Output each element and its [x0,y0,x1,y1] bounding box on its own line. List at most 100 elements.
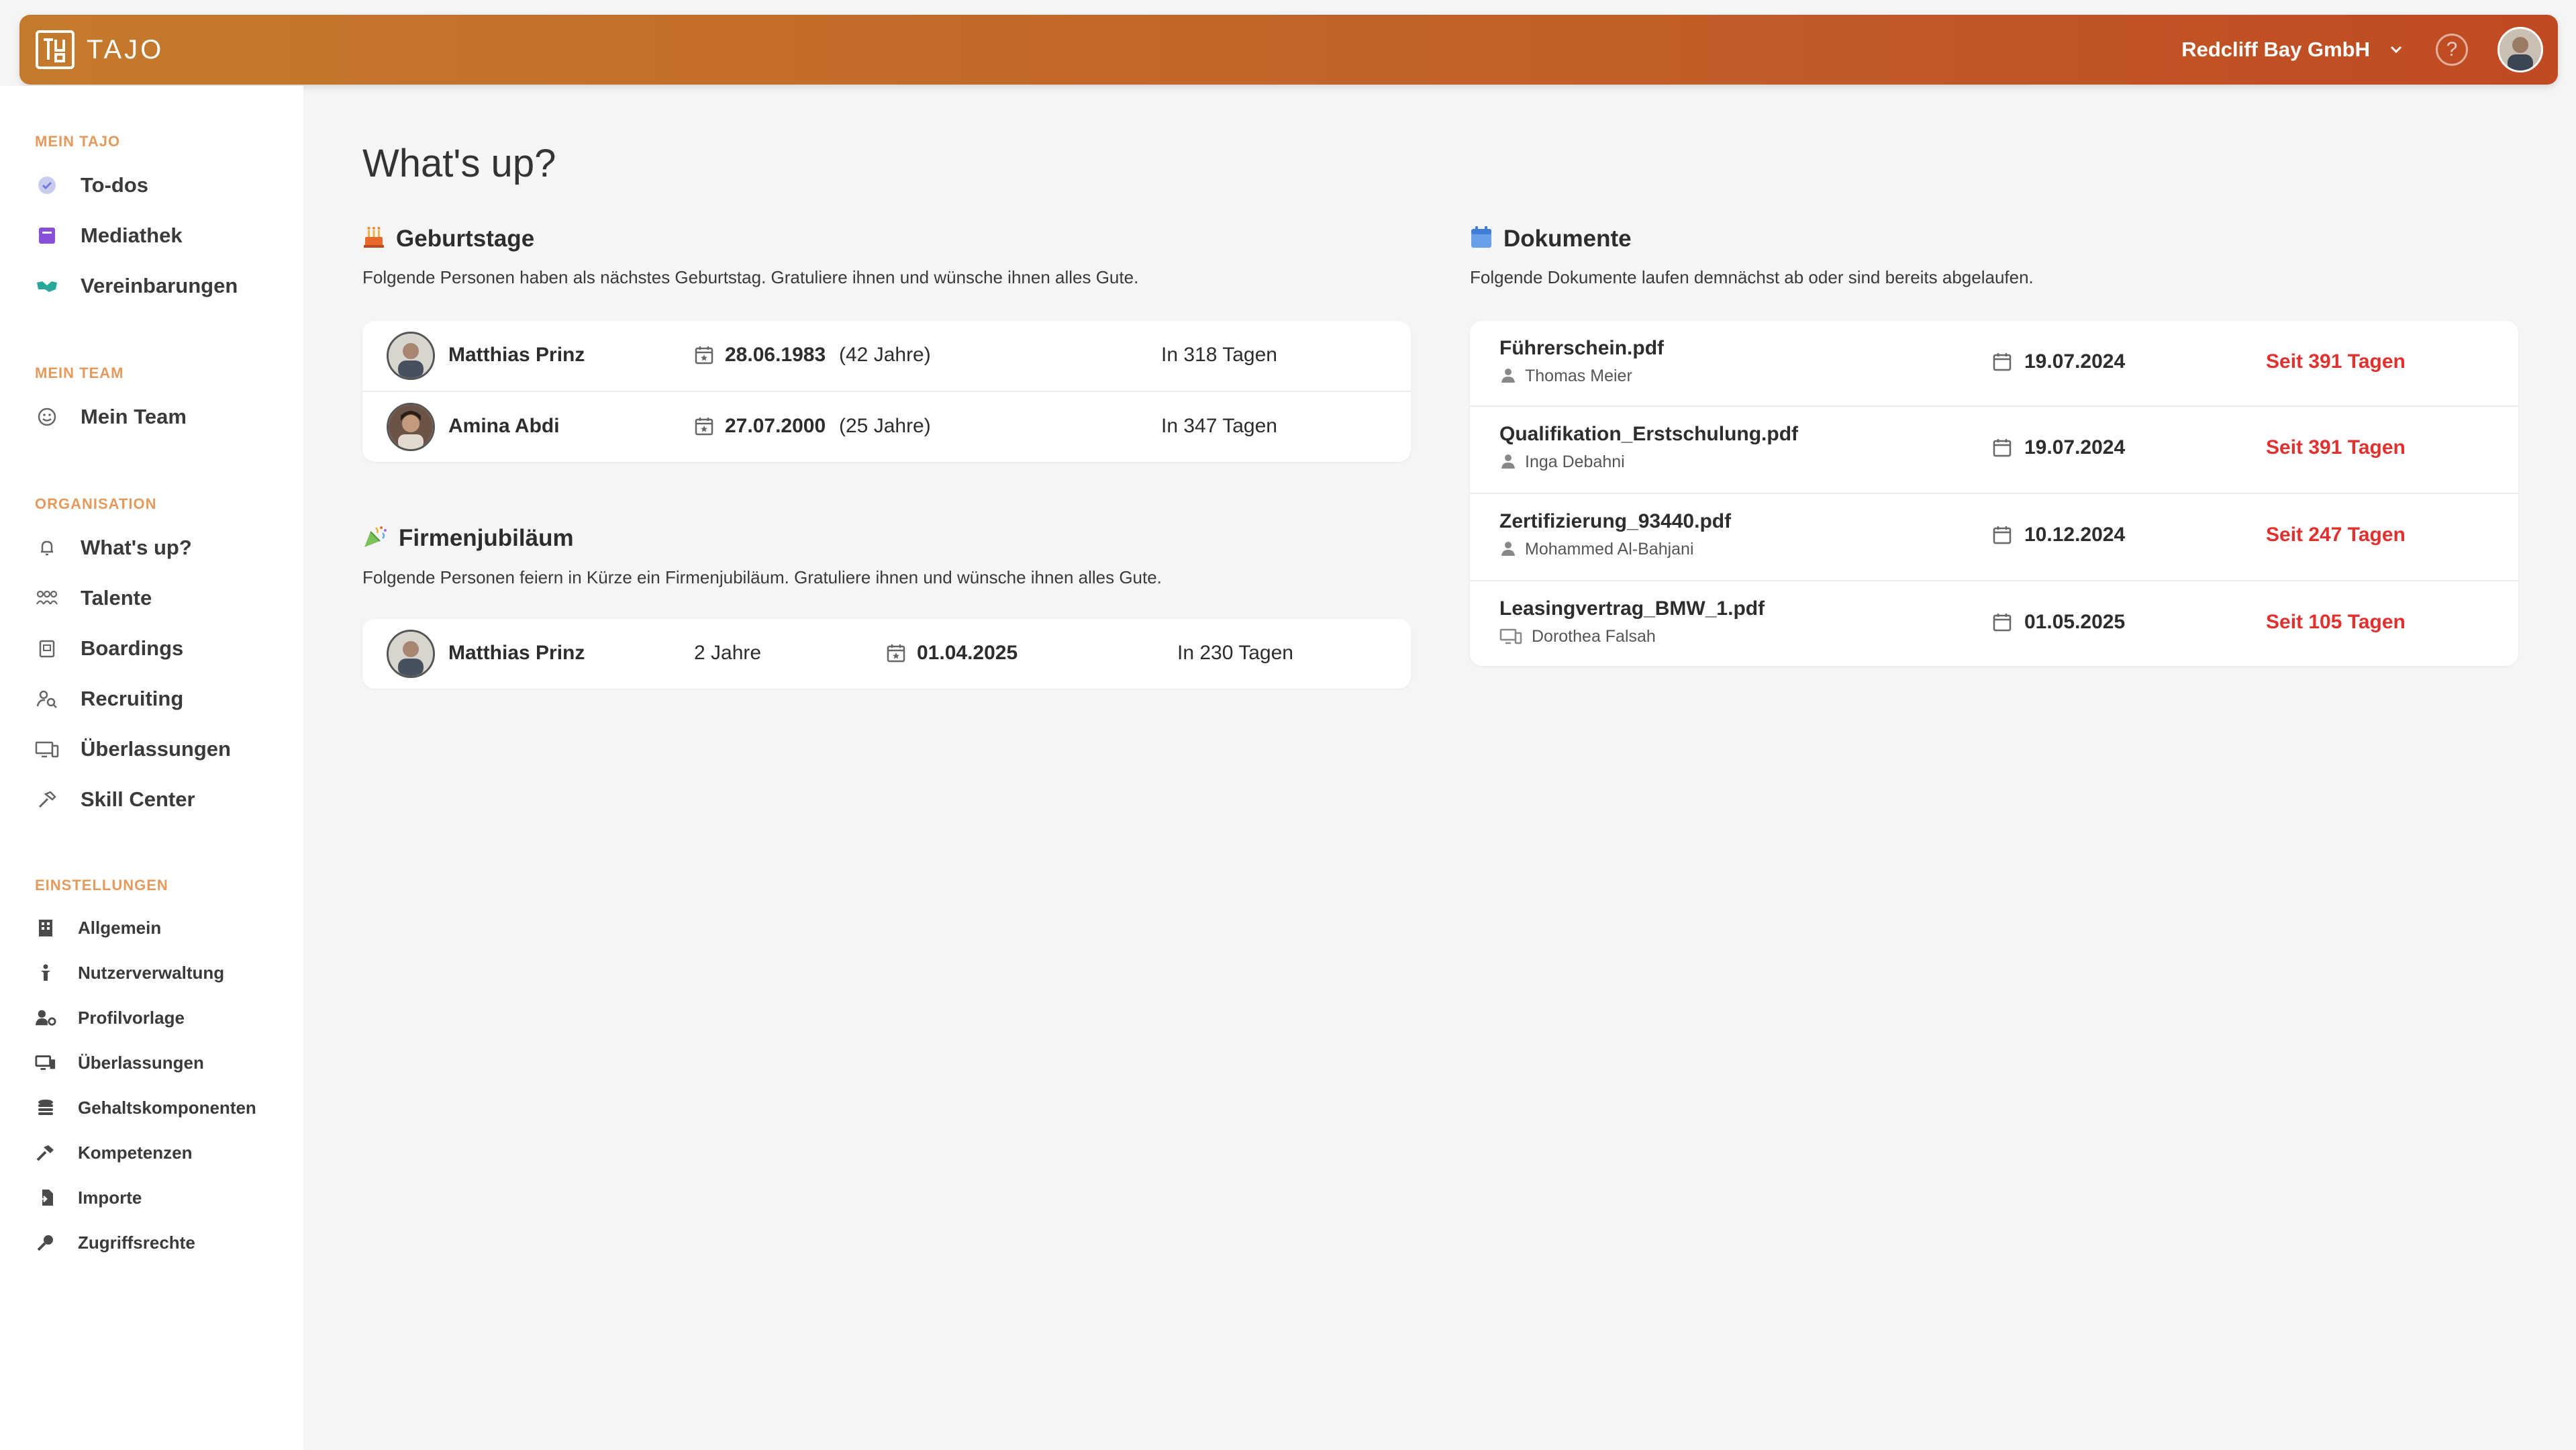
sidebar-item-vereinbarungen[interactable]: Vereinbarungen [35,274,238,298]
sidebar-item-todos[interactable]: To-dos [35,173,148,197]
expiry-date: 01.05.2025 [2024,611,2126,633]
avatar [387,403,435,451]
table-row[interactable]: Führerschein.pdf Thomas Meier 19.07.2024… [1470,321,2518,405]
section-description: Folgende Dokumente laufen demnächst ab o… [1470,267,2034,287]
calendar-icon [1993,614,2012,632]
person-name: Matthias Prinz [448,642,585,664]
sidebar-item-label: Recruiting [81,687,184,710]
sidebar-item-label: Skill Center [81,787,195,811]
sidebar-item-label: Mein Team [81,405,187,428]
avatar [387,630,435,678]
section-title: Geburtstage [396,225,535,252]
top-bar: TAJO Redcliff Bay GmbH ? [19,15,2558,85]
sidebar-item-ueberlassungen-settings[interactable]: Überlassungen [35,1052,204,1073]
sidebar-item-label: Importe [78,1187,142,1208]
document-name[interactable]: Qualifikation_Erstschulung.pdf [1499,423,1798,446]
document-owner: Thomas Meier [1525,367,1632,385]
sidebar-item-label: Gehaltskomponenten [78,1097,256,1118]
sidebar-item-gehaltskomponenten[interactable]: Gehaltskomponenten [35,1097,256,1118]
user-search-icon [35,687,59,711]
bell-icon [35,536,59,560]
sidebar-item-label: Kompetenzen [78,1142,193,1163]
clipboard-icon [35,636,59,661]
section-title: Firmenjubiläum [399,524,574,551]
document-name[interactable]: Leasingvertrag_BMW_1.pdf [1499,597,1765,620]
person-icon [1501,369,1515,383]
expiry-date: 19.07.2024 [2024,350,2126,373]
user-avatar[interactable] [2497,27,2543,72]
expired-since: Seit 247 Tagen [2266,524,2406,546]
sidebar-section-title: MEIN TAJO [35,133,121,150]
key-icon [35,1232,56,1253]
chevron-down-icon[interactable] [2386,40,2406,60]
person-name: Amina Abdi [448,415,560,437]
sidebar-item-label: Zugriffsrechte [78,1232,195,1253]
sidebar-section-title: MEIN TEAM [35,365,124,381]
devices-icon [1499,628,1522,644]
coins-icon [35,1097,56,1118]
sidebar-item-label: Mediathek [81,224,183,247]
document-name[interactable]: Zertifizierung_93440.pdf [1499,510,1731,533]
table-row[interactable]: Zertifizierung_93440.pdf Mohammed Al-Bah… [1470,494,2518,580]
sidebar-item-label: What's up? [81,536,192,559]
document-owner: Dorothea Falsah [1532,627,1656,646]
sidebar-item-talente[interactable]: Talente [35,586,152,610]
avatar [387,332,435,380]
sidebar-item-profilvorlage[interactable]: Profilvorlage [35,1007,185,1028]
anniversary-section-header: Firmenjubiläum Folgende Personen feiern … [362,524,1162,588]
documents-section-header: Dokumente Folgende Dokumente laufen demn… [1470,225,2034,288]
person-icon [1501,454,1515,469]
sidebar-item-label: To-dos [81,173,149,197]
table-row[interactable]: Qualifikation_Erstschulung.pdf Inga Deba… [1470,407,2518,493]
sidebar-item-nutzerverwaltung[interactable]: Nutzerverwaltung [35,962,224,983]
user-gear-icon [35,1007,56,1028]
sidebar-item-label: Überlassungen [78,1052,204,1073]
sidebar-item-importe[interactable]: Importe [35,1187,142,1208]
building-icon [35,917,56,938]
birth-date: 27.07.2000 [725,415,826,437]
sidebar-item-skill-center[interactable]: Skill Center [35,787,195,812]
sidebar-item-label: Allgemein [78,917,162,938]
calendar-icon [1470,225,1493,252]
expired-since: Seit 105 Tagen [2266,611,2406,633]
page-title: What's up? [362,142,556,185]
handshake-icon [35,274,59,298]
cake-icon [362,225,385,252]
logo[interactable]: TAJO [36,30,164,69]
table-row[interactable]: Leasingvertrag_BMW_1.pdf Dorothea Falsah… [1470,581,2518,666]
hammer-icon [35,1142,56,1163]
table-row[interactable]: Matthias Prinz 28.06.1983 (42 Jahre) In … [362,321,1411,391]
birthdays-card: Matthias Prinz 28.06.1983 (42 Jahre) In … [362,321,1411,462]
expired-since: Seit 391 Tagen [2266,350,2406,373]
book-icon [35,224,59,248]
days-until: In 318 Tagen [1161,344,1277,366]
sidebar-item-zugriffsrechte[interactable]: Zugriffsrechte [35,1232,195,1253]
person-icon [35,962,56,983]
sidebar-item-ueberlassungen[interactable]: Überlassungen [35,737,231,761]
sidebar: MEIN TAJO To-dos Mediathek Vereinbarunge… [0,86,303,1450]
calendar-icon [695,418,713,436]
document-name[interactable]: Führerschein.pdf [1499,337,1664,360]
table-row[interactable]: Matthias Prinz 2 Jahre 01.04.2025 In 230… [362,619,1411,689]
company-switcher[interactable]: Redcliff Bay GmbH [2181,38,2370,62]
section-description: Folgende Personen haben als nächstes Geb… [362,267,1139,287]
sidebar-item-kompetenzen[interactable]: Kompetenzen [35,1142,192,1163]
days-until: In 230 Tagen [1177,642,1293,664]
calendar-icon [1993,439,2012,457]
sidebar-item-label: Vereinbarungen [81,274,238,297]
sidebar-item-mein-team[interactable]: Mein Team [35,405,187,429]
sidebar-item-recruiting[interactable]: Recruiting [35,687,183,711]
sidebar-item-mediathek[interactable]: Mediathek [35,224,183,248]
sidebar-item-whats-up[interactable]: What's up? [35,536,192,560]
devices-icon [35,1052,56,1073]
help-icon[interactable]: ? [2436,34,2468,66]
age: (25 Jahre) [839,415,931,437]
people-icon [35,586,59,610]
document-owner: Mohammed Al-Bahjani [1525,540,1694,559]
sidebar-item-label: Talente [81,586,152,610]
sidebar-item-label: Boardings [81,636,184,660]
table-row[interactable]: Amina Abdi 27.07.2000 (25 Jahre) In 347 … [362,392,1411,462]
sidebar-item-allgemein[interactable]: Allgemein [35,917,161,938]
sidebar-item-label: Nutzerverwaltung [78,962,225,983]
sidebar-item-boardings[interactable]: Boardings [35,636,183,661]
